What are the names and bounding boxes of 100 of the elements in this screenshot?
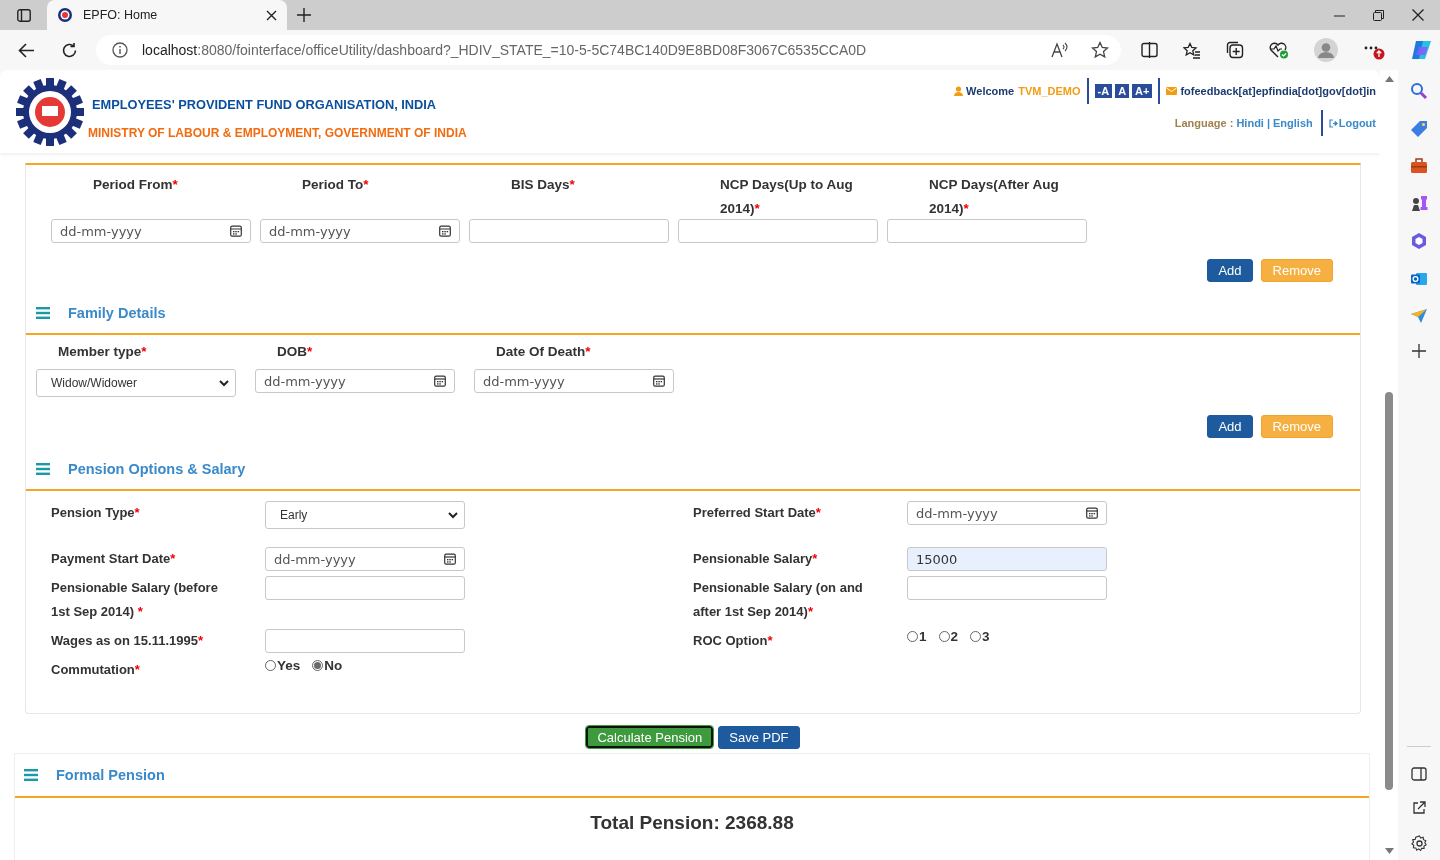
settings-icon[interactable] (1410, 835, 1428, 852)
field-label: Pensionable Salary (before 1st Sep 2014) * (51, 579, 219, 621)
chevron-down-icon (448, 511, 458, 519)
calendar-icon[interactable] (444, 553, 456, 565)
language-link[interactable]: English (1273, 117, 1313, 129)
date-field[interactable]: dd-mm-yyyy (474, 369, 674, 393)
copilot-icon[interactable] (1410, 39, 1434, 61)
tab-actions-icon[interactable] (16, 8, 31, 22)
tag-icon[interactable] (1410, 120, 1428, 138)
restore-icon[interactable] (1373, 9, 1384, 21)
browser-tab[interactable]: EPFO: Home (47, 0, 287, 30)
select-field[interactable]: Widow/Widower (36, 369, 236, 397)
field-label: NCP Days(Up to Aug 2014)* (719, 176, 854, 218)
calendar-icon[interactable] (439, 225, 451, 237)
info-icon[interactable] (112, 42, 128, 58)
section-title: Pension Options & Salary (68, 461, 246, 477)
paper-plane-icon[interactable] (1410, 308, 1428, 324)
scrollbar-thumb[interactable] (1385, 392, 1393, 790)
radio-option[interactable]: Yes (265, 658, 301, 673)
text-field[interactable] (887, 219, 1087, 243)
sidebar-panel-icon[interactable] (1411, 767, 1427, 781)
close-icon[interactable] (1412, 9, 1424, 21)
text-field[interactable] (469, 219, 669, 243)
envelope-icon (1166, 87, 1178, 95)
external-link-icon[interactable] (1412, 801, 1426, 815)
section-title: Formal Pension (56, 767, 165, 783)
chevron-down-icon (219, 379, 229, 387)
language-link[interactable]: Hindi (1236, 117, 1264, 129)
star-icon[interactable] (1091, 41, 1109, 59)
field-label: NCP Days(After Aug 2014)* (928, 176, 1060, 218)
calendar-icon[interactable] (230, 225, 242, 237)
plus-icon[interactable] (297, 8, 311, 22)
ministry-subtitle: MINISTRY OF LABOUR & EMPLOYMENT, GOVERNMENT OF INDIA (88, 126, 467, 140)
logout-icon[interactable] (1328, 118, 1339, 128)
menu-icon[interactable] (36, 307, 50, 319)
address-bar[interactable]: localhost:8080/fointerface/officeUtility/dashboard?_HDIV_STATE_=10-5-5C74BC140D9E8BD08F3067C6535CCA0D (96, 35, 1121, 65)
field-label: BIS Days* (510, 176, 576, 194)
field-label: Pensionable Salary (on and after 1st Sep 2014)* (693, 579, 864, 621)
calendar-icon[interactable] (434, 375, 446, 387)
add-button[interactable]: Add (1207, 259, 1253, 282)
date-field[interactable]: dd-mm-yyyy (907, 501, 1107, 525)
user-icon (954, 86, 964, 96)
scroll-down-icon[interactable] (1384, 848, 1394, 854)
field-label: Payment Start Date* (51, 550, 177, 568)
calculate-button[interactable]: Calculate Pension (586, 726, 714, 748)
field-label: Pensionable Salary* (693, 550, 819, 568)
date-field[interactable]: dd-mm-yyyy (260, 219, 460, 243)
font-size-button[interactable]: A (1115, 84, 1130, 98)
calendar-icon[interactable] (653, 375, 665, 387)
organisation-title: EMPLOYEES' PROVIDENT FUND ORGANISATION, INDIA (92, 97, 438, 112)
add-button[interactable]: Add (1207, 415, 1253, 438)
language-label: Language : (1174, 117, 1234, 129)
radio-option[interactable]: 3 (970, 629, 990, 644)
toolbox-icon[interactable] (1410, 158, 1428, 174)
search-icon[interactable] (1410, 82, 1428, 100)
welcome-text: Welcome TVM_DEMO (966, 85, 1081, 97)
text-field[interactable]: 15000 (907, 547, 1107, 571)
field-label: Preferred Start Date* (693, 504, 822, 522)
reload-icon[interactable] (61, 41, 78, 59)
radio-option[interactable]: No (312, 658, 343, 673)
field-label: Period From* (92, 176, 179, 194)
back-arrow-icon[interactable] (18, 42, 35, 58)
menu-icon[interactable] (24, 769, 38, 781)
heart-pulse-icon[interactable] (1269, 41, 1289, 59)
text-field[interactable] (265, 576, 465, 600)
field-label: ROC Option* (693, 632, 774, 650)
radio-option[interactable]: 1 (907, 629, 927, 644)
section-title: Family Details (68, 305, 166, 321)
mail-app-icon[interactable] (1410, 270, 1428, 288)
field-label: Member type* (57, 343, 148, 361)
text-field[interactable] (678, 219, 878, 243)
logout-link[interactable]: Logout (1338, 117, 1376, 129)
emblem-icon (57, 7, 73, 23)
plus-icon[interactable] (1412, 344, 1426, 358)
hexagon-icon[interactable] (1410, 232, 1428, 250)
collections-icon[interactable] (1226, 41, 1244, 59)
save-pdf-button[interactable]: Save PDF (718, 726, 800, 749)
field-label: Wages as on 15.11.1995* (51, 632, 204, 650)
text-field[interactable] (907, 576, 1107, 600)
field-label: Period To* (301, 176, 370, 194)
close-icon[interactable] (266, 9, 277, 21)
field-label: DOB* (276, 343, 314, 361)
field-label: Commutation* (51, 661, 141, 679)
text-field[interactable] (265, 629, 465, 653)
select-field[interactable]: Early (265, 501, 465, 529)
menu-icon[interactable] (36, 463, 50, 475)
favorites-icon[interactable] (1183, 41, 1201, 59)
date-field[interactable]: dd-mm-yyyy (255, 369, 455, 393)
chess-pieces-icon[interactable] (1410, 194, 1428, 212)
font-size-button[interactable]: A+ (1132, 84, 1153, 98)
calendar-icon[interactable] (1086, 507, 1098, 519)
date-field[interactable]: dd-mm-yyyy (51, 219, 251, 243)
read-aloud-icon[interactable] (1051, 42, 1069, 58)
radio-option[interactable]: 2 (938, 629, 959, 644)
font-size-button[interactable]: -A (1094, 84, 1113, 98)
split-screen-icon[interactable] (1141, 42, 1158, 58)
scroll-up-icon[interactable] (1384, 76, 1394, 82)
profile-avatar-icon[interactable] (1314, 38, 1338, 62)
feedback-email: fofeedback[at]epfindia[dot]gov[dot]in (1180, 85, 1376, 97)
date-field[interactable]: dd-mm-yyyy (265, 547, 465, 571)
